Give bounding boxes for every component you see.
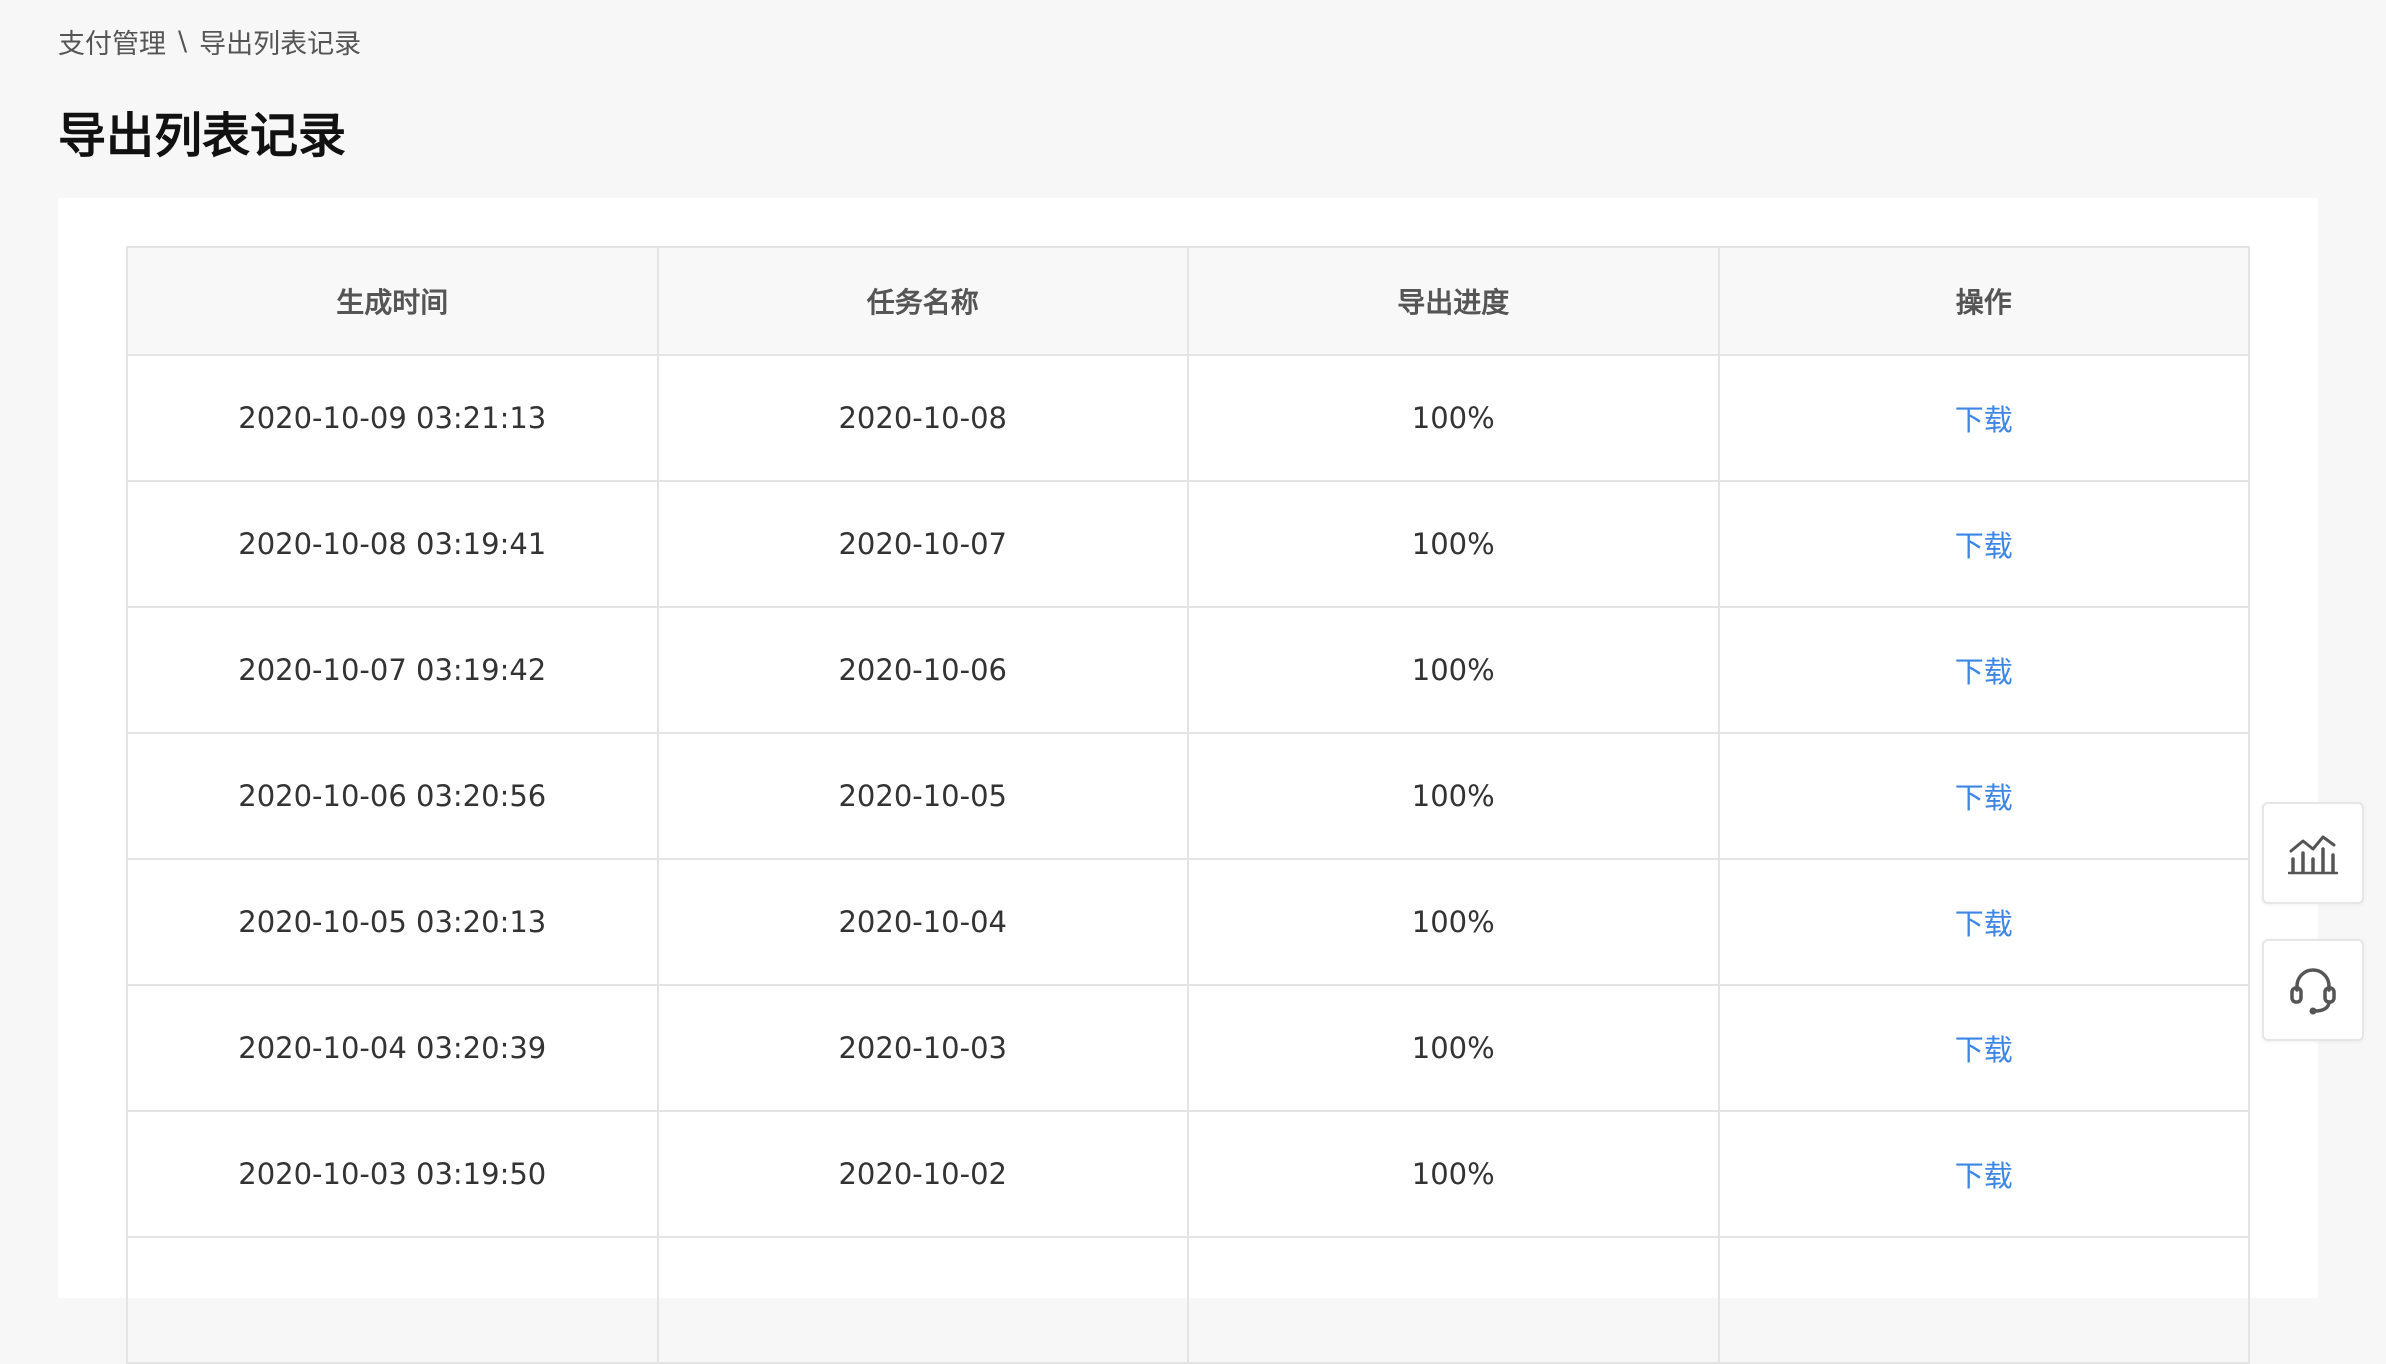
cell-time: 2020-10-06 03:20:56 xyxy=(128,734,659,858)
cell-action: 下载 xyxy=(1720,1112,2249,1236)
export-records-table: 生成时间 任务名称 导出进度 操作 2020-10-09 03:21:13 20… xyxy=(126,246,2250,1364)
cell-progress: 100% xyxy=(1189,986,1720,1110)
table-row: 2020-10-08 03:19:41 2020-10-07 100% 下载 xyxy=(128,482,2248,608)
cell-time: 2020-10-03 03:19:50 xyxy=(128,1112,659,1236)
analytics-chart-icon xyxy=(2288,835,2338,875)
cell-time xyxy=(128,1238,659,1362)
column-header-progress: 导出进度 xyxy=(1189,248,1720,354)
table-row: 2020-10-04 03:20:39 2020-10-03 100% 下载 xyxy=(128,986,2248,1112)
download-link[interactable]: 下载 xyxy=(1955,775,2013,817)
breadcrumb-separator: \ xyxy=(178,26,188,57)
page-title: 导出列表记录 xyxy=(58,108,347,164)
download-link[interactable]: 下载 xyxy=(1955,901,2013,943)
cell-time: 2020-10-07 03:19:42 xyxy=(128,608,659,732)
cell-task xyxy=(659,1238,1189,1362)
headset-support-icon xyxy=(2290,968,2336,1015)
cell-task: 2020-10-04 xyxy=(659,860,1189,984)
column-header-time: 生成时间 xyxy=(128,248,659,354)
cell-time: 2020-10-04 03:20:39 xyxy=(128,986,659,1110)
cell-progress: 100% xyxy=(1189,860,1720,984)
analytics-button[interactable] xyxy=(2262,802,2364,904)
table-header-row: 生成时间 任务名称 导出进度 操作 xyxy=(128,248,2248,356)
cell-action: 下载 xyxy=(1720,356,2249,480)
cell-time: 2020-10-08 03:19:41 xyxy=(128,482,659,606)
cell-action: 下载 xyxy=(1720,482,2249,606)
cell-action: 下载 xyxy=(1720,860,2249,984)
breadcrumb: 支付管理 \ 导出列表记录 xyxy=(58,22,361,61)
table-row: 2020-10-03 03:19:50 2020-10-02 100% 下载 xyxy=(128,1112,2248,1238)
breadcrumb-current: 导出列表记录 xyxy=(199,29,362,60)
download-link[interactable]: 下载 xyxy=(1955,523,2013,565)
cell-progress: 100% xyxy=(1189,734,1720,858)
download-link[interactable]: 下载 xyxy=(1955,1153,2013,1195)
cell-progress xyxy=(1189,1238,1720,1362)
cell-task: 2020-10-06 xyxy=(659,608,1189,732)
cell-progress: 100% xyxy=(1189,608,1720,732)
table-row: 2020-10-05 03:20:13 2020-10-04 100% 下载 xyxy=(128,860,2248,986)
cell-task: 2020-10-07 xyxy=(659,482,1189,606)
table-row: 2020-10-09 03:21:13 2020-10-08 100% 下载 xyxy=(128,356,2248,482)
cell-task: 2020-10-02 xyxy=(659,1112,1189,1236)
cell-action xyxy=(1720,1238,2249,1362)
download-link[interactable]: 下载 xyxy=(1955,397,2013,439)
cell-action: 下载 xyxy=(1720,608,2249,732)
column-header-action: 操作 xyxy=(1955,286,2012,319)
download-link[interactable]: 下载 xyxy=(1955,649,2013,691)
table-row: 2020-10-06 03:20:56 2020-10-05 100% 下载 xyxy=(128,734,2248,860)
table-row: 2020-10-07 03:19:42 2020-10-06 100% 下载 xyxy=(128,608,2248,734)
customer-service-button[interactable] xyxy=(2262,939,2364,1041)
column-header-task: 任务名称 xyxy=(659,248,1189,354)
cell-time: 2020-10-09 03:21:13 xyxy=(128,356,659,480)
cell-task: 2020-10-08 xyxy=(659,356,1189,480)
cell-progress: 100% xyxy=(1189,482,1720,606)
content-panel: 生成时间 任务名称 导出进度 操作 2020-10-09 03:21:13 20… xyxy=(58,198,2318,1364)
cell-action: 下载 xyxy=(1720,734,2249,858)
cell-task: 2020-10-05 xyxy=(659,734,1189,858)
download-link[interactable]: 下载 xyxy=(1955,1027,2013,1069)
cell-action: 下载 xyxy=(1720,986,2249,1110)
breadcrumb-parent[interactable]: 支付管理 xyxy=(58,22,166,61)
cell-progress: 100% xyxy=(1189,1112,1720,1236)
cell-task: 2020-10-03 xyxy=(659,986,1189,1110)
table-row xyxy=(128,1238,2248,1364)
cell-time: 2020-10-05 03:20:13 xyxy=(128,860,659,984)
cell-progress: 100% xyxy=(1189,356,1720,480)
